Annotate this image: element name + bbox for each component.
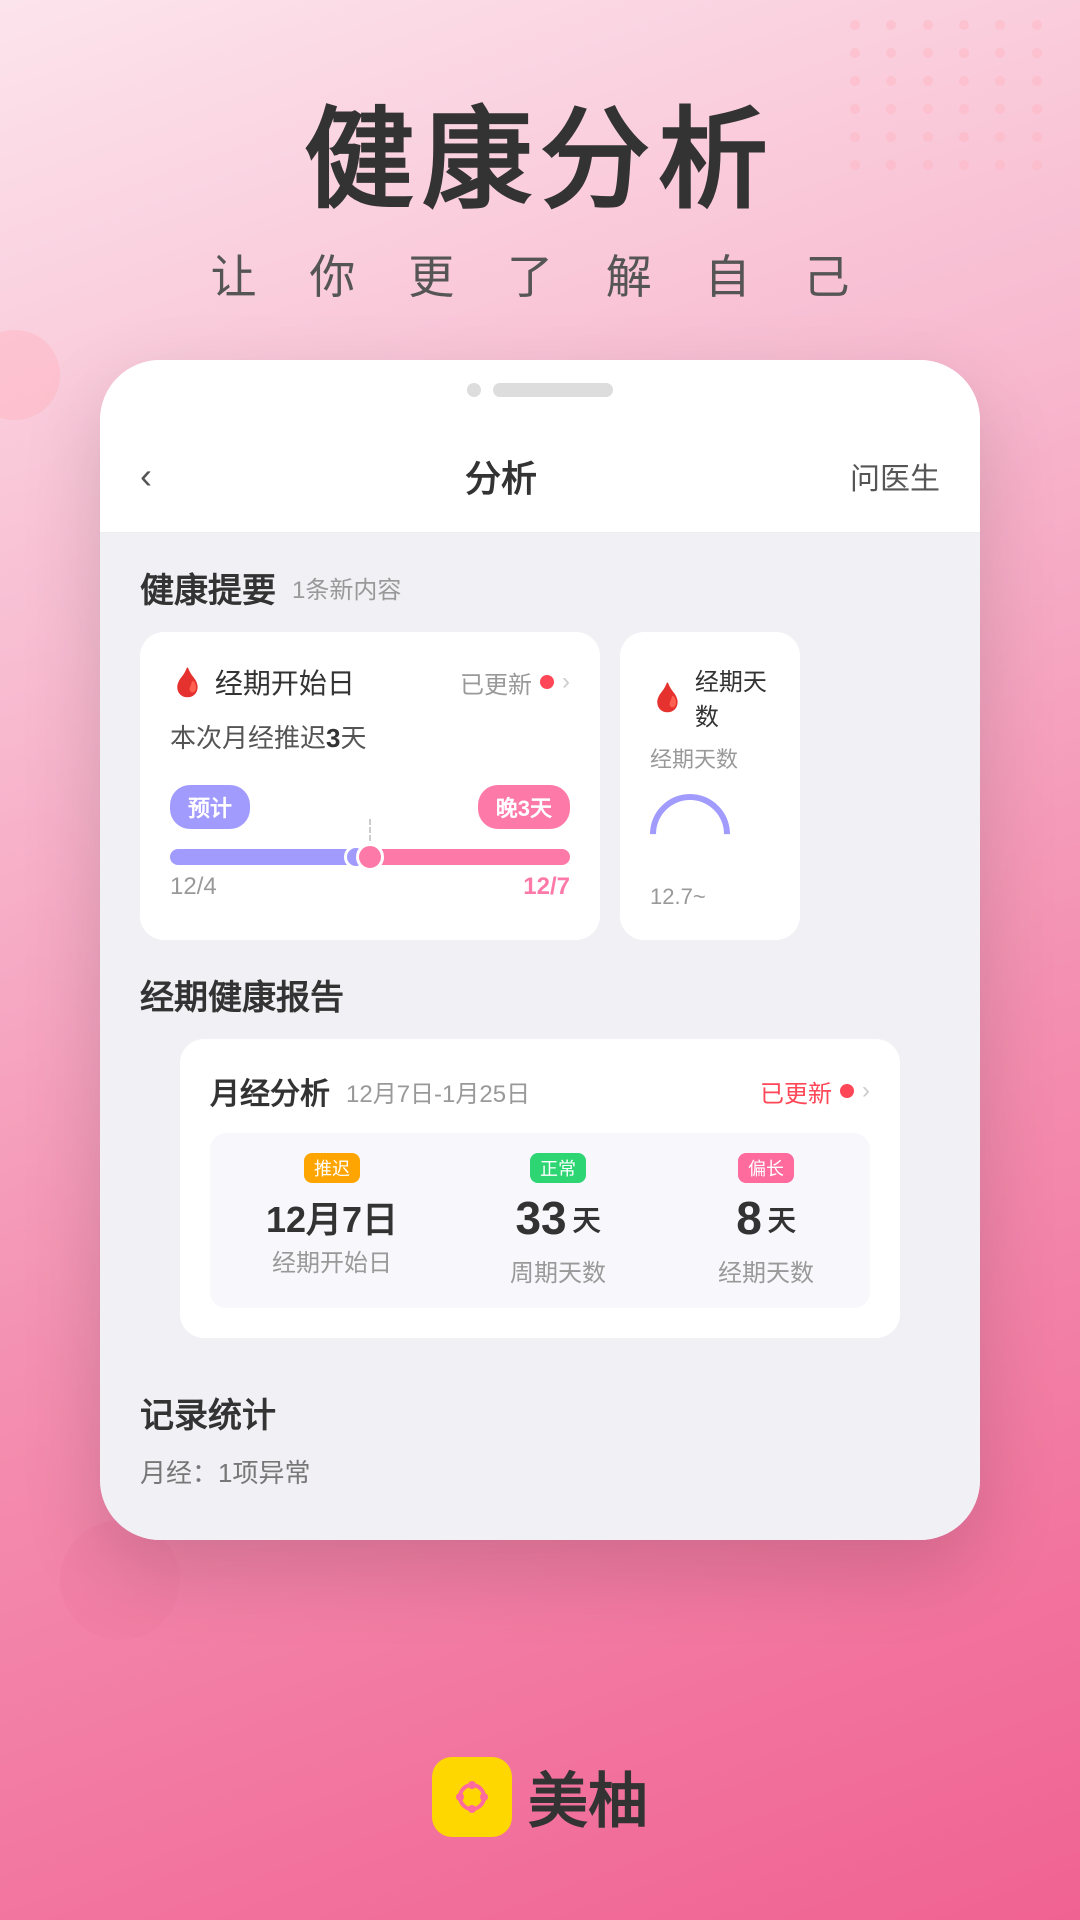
page-title: 分析 (465, 450, 537, 502)
card-status: 已更新 › (460, 665, 570, 700)
report-status-label: 已更新 (760, 1074, 832, 1109)
stats-row: 推迟 12月7日 经期开始日 正常 33 天 (210, 1133, 870, 1308)
stat-label-0: 经期开始日 (266, 1243, 398, 1278)
stat-unit-2: 天 (768, 1199, 796, 1239)
period-days-card[interactable]: 🩸 经期天数 经期天数 12.7~ (620, 632, 800, 940)
predicted-label: 预计 (170, 785, 250, 829)
report-section-header: 经期健康报告 (140, 970, 940, 1019)
stat-label-2: 经期天数 (718, 1253, 814, 1288)
report-header: 月经分析 12月7日-1月25日 已更新 › (210, 1069, 870, 1113)
section-header: 健康提要 1条新内容 (140, 563, 940, 612)
late-pill: 晚3天 (478, 785, 570, 829)
phone-camera (467, 383, 481, 397)
stat-value-row-2: 8 天 (718, 1191, 814, 1245)
drop-icon: 🩸 (170, 666, 205, 699)
actual-date: 12/7 (523, 873, 570, 901)
ask-doctor-button[interactable]: 问医生 (850, 454, 940, 498)
card2-title-row: 🩸 经期天数 (650, 662, 770, 732)
period-days-label: 经期天数 (650, 742, 770, 774)
predicted-date: 12/4 (170, 873, 217, 901)
card-description: 本次月经推迟3天 (170, 718, 570, 755)
report-status: 已更新 › (760, 1074, 870, 1109)
predicted-pill: 预计 (170, 785, 250, 829)
cards-row: 🩸 经期开始日 已更新 › 本次月经推迟3天 (140, 632, 940, 940)
period-start-card[interactable]: 🩸 经期开始日 已更新 › 本次月经推迟3天 (140, 632, 600, 940)
badge-delayed: 推迟 (304, 1153, 360, 1183)
phone-speaker (493, 383, 613, 397)
card2-title: 经期天数 (695, 662, 770, 732)
background-dots (850, 20, 1050, 220)
card-title-row: 🩸 经期开始日 (170, 662, 355, 702)
record-item: 月经：1项异常 (140, 1453, 940, 1490)
report-section-title: 经期健康报告 (140, 970, 344, 1019)
stat-value-1: 33 (515, 1191, 566, 1245)
stat-value-date: 12月7日 (266, 1191, 398, 1243)
section-title: 健康提要 (140, 563, 276, 612)
logo-icon (432, 1757, 512, 1837)
late-label: 晚3天 (478, 785, 570, 829)
report-title-row: 月经分析 12月7日-1月25日 (210, 1069, 530, 1113)
app-content: ‹ 分析 问医生 健康提要 1条新内容 🩸 经期开始日 (100, 420, 980, 1540)
stat-label-1: 周期天数 (510, 1253, 606, 1288)
timeline: 预计 晚3天 12/4 (170, 785, 570, 901)
phone-status-bar (100, 360, 980, 420)
range-label: 12.7~ (650, 884, 770, 910)
phone-mockup: ‹ 分析 问医生 健康提要 1条新内容 🩸 经期开始日 (100, 360, 980, 1540)
stat-value-row-1: 33 天 (510, 1191, 606, 1245)
back-button[interactable]: ‹ (140, 455, 152, 497)
logo-text: 美柚 (528, 1753, 648, 1840)
arc-chart (633, 777, 746, 890)
status-label: 已更新 (460, 665, 532, 700)
stat-period-start: 推迟 12月7日 经期开始日 (266, 1153, 398, 1288)
badge-normal: 正常 (530, 1153, 586, 1183)
report-title: 月经分析 (210, 1069, 330, 1113)
record-stats-section: 记录统计 月经：1项异常 (100, 1358, 980, 1500)
health-summary-section: 健康提要 1条新内容 🩸 经期开始日 已更新 › (100, 533, 980, 960)
card-header: 🩸 经期开始日 已更新 › (170, 662, 570, 702)
report-status-dot (840, 1084, 854, 1098)
drop-icon-2: 🩸 (650, 681, 685, 714)
bottom-logo: 美柚 (432, 1753, 648, 1840)
report-chevron-icon: › (862, 1077, 870, 1105)
chevron-right-icon: › (562, 668, 570, 696)
stat-period-days: 偏长 8 天 经期天数 (718, 1153, 814, 1288)
card-title: 经期开始日 (215, 662, 355, 702)
stat-cycle-days: 正常 33 天 周期天数 (510, 1153, 606, 1288)
report-date-range: 12月7日-1月25日 (346, 1074, 530, 1109)
status-dot (540, 675, 554, 689)
stat-value-2: 8 (736, 1191, 762, 1245)
navigation-bar: ‹ 分析 问医生 (100, 420, 980, 533)
timeline-dates: 12/4 12/7 (170, 873, 570, 901)
actual-dot (356, 843, 384, 871)
record-title: 记录统计 (140, 1388, 940, 1437)
badge-long: 偏长 (738, 1153, 794, 1183)
timeline-track (170, 849, 570, 865)
period-report-section: 经期健康报告 月经分析 12月7日-1月25日 已更新 › (100, 960, 980, 1358)
stat-unit-1: 天 (573, 1199, 601, 1239)
monthly-report-card[interactable]: 月经分析 12月7日-1月25日 已更新 › 推迟 (180, 1039, 900, 1338)
sub-title: 让 你 更 了 解 自 己 (60, 241, 1020, 307)
section-badge: 1条新内容 (292, 570, 401, 605)
